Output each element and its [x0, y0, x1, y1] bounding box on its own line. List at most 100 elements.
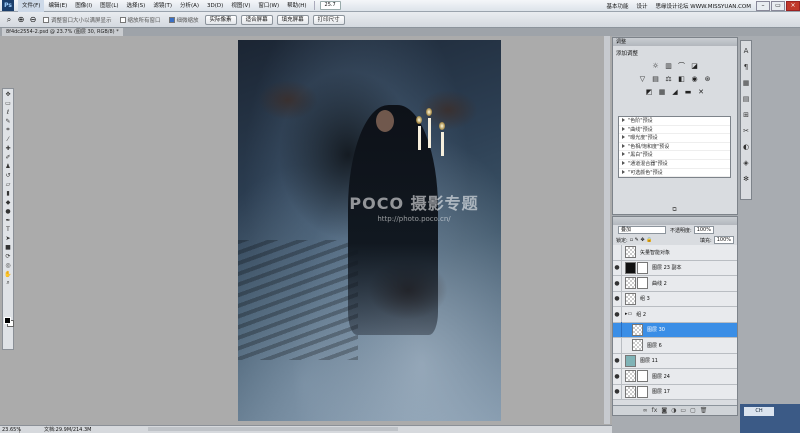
workspace-design[interactable]: 设计: [633, 2, 652, 10]
print-size-button[interactable]: 打印尺寸: [312, 14, 345, 25]
quick-select-tool-icon[interactable]: ✎: [3, 117, 13, 125]
posterize-icon[interactable]: ▦: [657, 87, 668, 97]
lasso-tool-icon[interactable]: ℓ: [3, 108, 13, 116]
fill-screen-button[interactable]: 填充屏幕: [276, 14, 309, 25]
blend-mode-select[interactable]: 叠加: [618, 226, 666, 234]
healing-tool-icon[interactable]: ✚: [3, 144, 13, 152]
resize-windows-checkbox[interactable]: 调整窗口大小以满屏显示: [43, 16, 112, 24]
menu-help[interactable]: 帮助(H): [283, 0, 310, 12]
minimize-icon[interactable]: –: [756, 0, 770, 11]
clip-layer-icon[interactable]: ⧉: [672, 206, 676, 214]
foreground-color-swatch[interactable]: [4, 317, 11, 324]
visibility-eye-icon[interactable]: [613, 322, 622, 338]
gradient-map-icon[interactable]: ▬: [683, 87, 694, 97]
zoom-tool-box-icon[interactable]: ⌕: [3, 279, 13, 287]
shape-tool-icon[interactable]: ■: [3, 243, 13, 251]
preset-exposure[interactable]: "曝光度"预设: [619, 134, 730, 143]
black-white-icon[interactable]: ◧: [676, 74, 687, 84]
actions-panel-icon[interactable]: ✂: [741, 125, 751, 137]
document-canvas[interactable]: POCO 摄影专题 http://photo.poco.cn/: [238, 40, 501, 421]
language-indicator[interactable]: CH: [744, 407, 774, 416]
zoom-tool-icon[interactable]: ⌕: [3, 14, 15, 26]
clone-stamp-tool-icon[interactable]: ♟: [3, 162, 13, 170]
scrubby-zoom-checkbox[interactable]: 细微缩放: [168, 16, 199, 24]
folder-icon[interactable]: ▸▭: [625, 311, 632, 317]
visibility-eye-icon[interactable]: ●: [613, 260, 622, 276]
styles-panel-icon[interactable]: ▤: [741, 93, 751, 105]
visibility-eye-icon[interactable]: ●: [613, 306, 622, 322]
visibility-eye-icon[interactable]: ●: [613, 368, 622, 384]
3d-orbit-tool-icon[interactable]: ◎: [3, 261, 13, 269]
zoom-out-icon[interactable]: ⊖: [27, 14, 39, 26]
layer-row[interactable]: 图层 6: [613, 337, 737, 354]
menu-filter[interactable]: 滤镜(T): [149, 0, 176, 12]
visibility-eye-icon[interactable]: [613, 337, 622, 353]
menu-file[interactable]: 文件(F): [18, 0, 45, 12]
zoom-in-icon[interactable]: ⊕: [15, 14, 27, 26]
history-panel-icon[interactable]: ⊞: [741, 109, 751, 121]
visibility-eye-icon[interactable]: ●: [613, 275, 622, 291]
marquee-tool-icon[interactable]: ▭: [3, 99, 13, 107]
layer-row[interactable]: ● 图层 24: [613, 368, 737, 385]
new-group-icon[interactable]: ▭: [680, 407, 686, 414]
opacity-input[interactable]: 100%: [693, 226, 714, 234]
hand-tool-icon[interactable]: ✋: [3, 270, 13, 278]
visibility-eye-icon[interactable]: ●: [613, 353, 622, 369]
preset-curves[interactable]: "曲线"预设: [619, 126, 730, 135]
hue-saturation-icon[interactable]: ▤: [650, 74, 661, 84]
exposure-icon[interactable]: ◪: [689, 61, 700, 71]
visibility-eye-icon[interactable]: ●: [613, 291, 622, 307]
adjustment-layer-icon[interactable]: ◑: [671, 407, 676, 414]
history-brush-tool-icon[interactable]: ↺: [3, 171, 13, 179]
color-balance-icon[interactable]: ⚖: [663, 74, 674, 84]
new-layer-icon[interactable]: ▢: [690, 407, 696, 414]
menu-3d[interactable]: 3D(D): [203, 0, 227, 12]
canvas-vertical-scrollbar[interactable]: [604, 36, 610, 424]
type-tool-icon[interactable]: T: [3, 225, 13, 233]
menu-analysis[interactable]: 分析(A): [176, 0, 203, 12]
move-tool-icon[interactable]: ✥: [3, 90, 13, 98]
layer-row[interactable]: ● 曲线 2: [613, 275, 737, 292]
zoom-all-checkbox[interactable]: 缩放所有窗口: [119, 16, 161, 24]
eraser-tool-icon[interactable]: ▱: [3, 180, 13, 188]
layer-row[interactable]: ● 图层 17: [613, 384, 737, 400]
brightness-contrast-icon[interactable]: ☼: [650, 61, 661, 71]
link-layers-icon[interactable]: ∞: [643, 407, 648, 414]
lock-icons[interactable]: ▫ ✎ ✥ 🔒: [630, 237, 653, 243]
vibrance-icon[interactable]: ▽: [637, 74, 648, 84]
dodge-tool-icon[interactable]: ●: [3, 207, 13, 215]
layer-group-row[interactable]: ● ▸▭ 组 2: [613, 306, 737, 323]
navigator-panel-icon[interactable]: ◈: [741, 157, 751, 169]
blur-tool-icon[interactable]: ◆: [3, 198, 13, 206]
brush-tool-icon[interactable]: ✐: [3, 153, 13, 161]
preset-hue-saturation[interactable]: "色相/饱和度"预设: [619, 143, 730, 152]
layer-row[interactable]: ● 图层 11: [613, 353, 737, 369]
document-tab[interactable]: 8f4dc2554-2.psd @ 23.7% (图层 30, RGB/8) *: [2, 28, 123, 36]
threshold-icon[interactable]: ◢: [670, 87, 681, 97]
swatches-panel-icon[interactable]: ▦: [741, 77, 751, 89]
fit-screen-button[interactable]: 适合屏幕: [240, 14, 273, 25]
preset-selective-color[interactable]: "可选颜色"预设: [619, 169, 730, 178]
menu-window[interactable]: 窗口(W): [254, 0, 283, 12]
menu-view[interactable]: 视图(V): [227, 0, 254, 12]
layers-panel-title[interactable]: [613, 217, 737, 225]
layer-style-icon[interactable]: fx: [652, 407, 658, 414]
fill-input[interactable]: 100%: [713, 236, 734, 244]
close-icon[interactable]: ×: [786, 0, 800, 11]
3d-rotate-tool-icon[interactable]: ⟳: [3, 252, 13, 260]
levels-icon[interactable]: ▥: [663, 61, 674, 71]
character-panel-icon[interactable]: ¶: [741, 61, 751, 73]
eyedropper-tool-icon[interactable]: ⁄: [3, 135, 13, 143]
channel-mixer-icon[interactable]: ⊛: [702, 74, 713, 84]
canvas-horizontal-scrollbar[interactable]: [148, 427, 398, 431]
restore-icon[interactable]: ▭: [771, 0, 785, 11]
layer-row-selected[interactable]: 图层 30: [613, 322, 737, 338]
photo-filter-icon[interactable]: ◉: [689, 74, 700, 84]
visibility-eye-icon[interactable]: ●: [613, 384, 622, 400]
adjustments-panel-title[interactable]: 调整: [613, 38, 737, 46]
menu-layer[interactable]: 图层(L): [96, 0, 122, 12]
selective-color-icon[interactable]: ✕: [696, 87, 707, 97]
masks-panel-icon[interactable]: ◐: [741, 141, 751, 153]
pen-tool-icon[interactable]: ✒: [3, 216, 13, 224]
brush-panel-icon[interactable]: ✻: [741, 173, 751, 185]
